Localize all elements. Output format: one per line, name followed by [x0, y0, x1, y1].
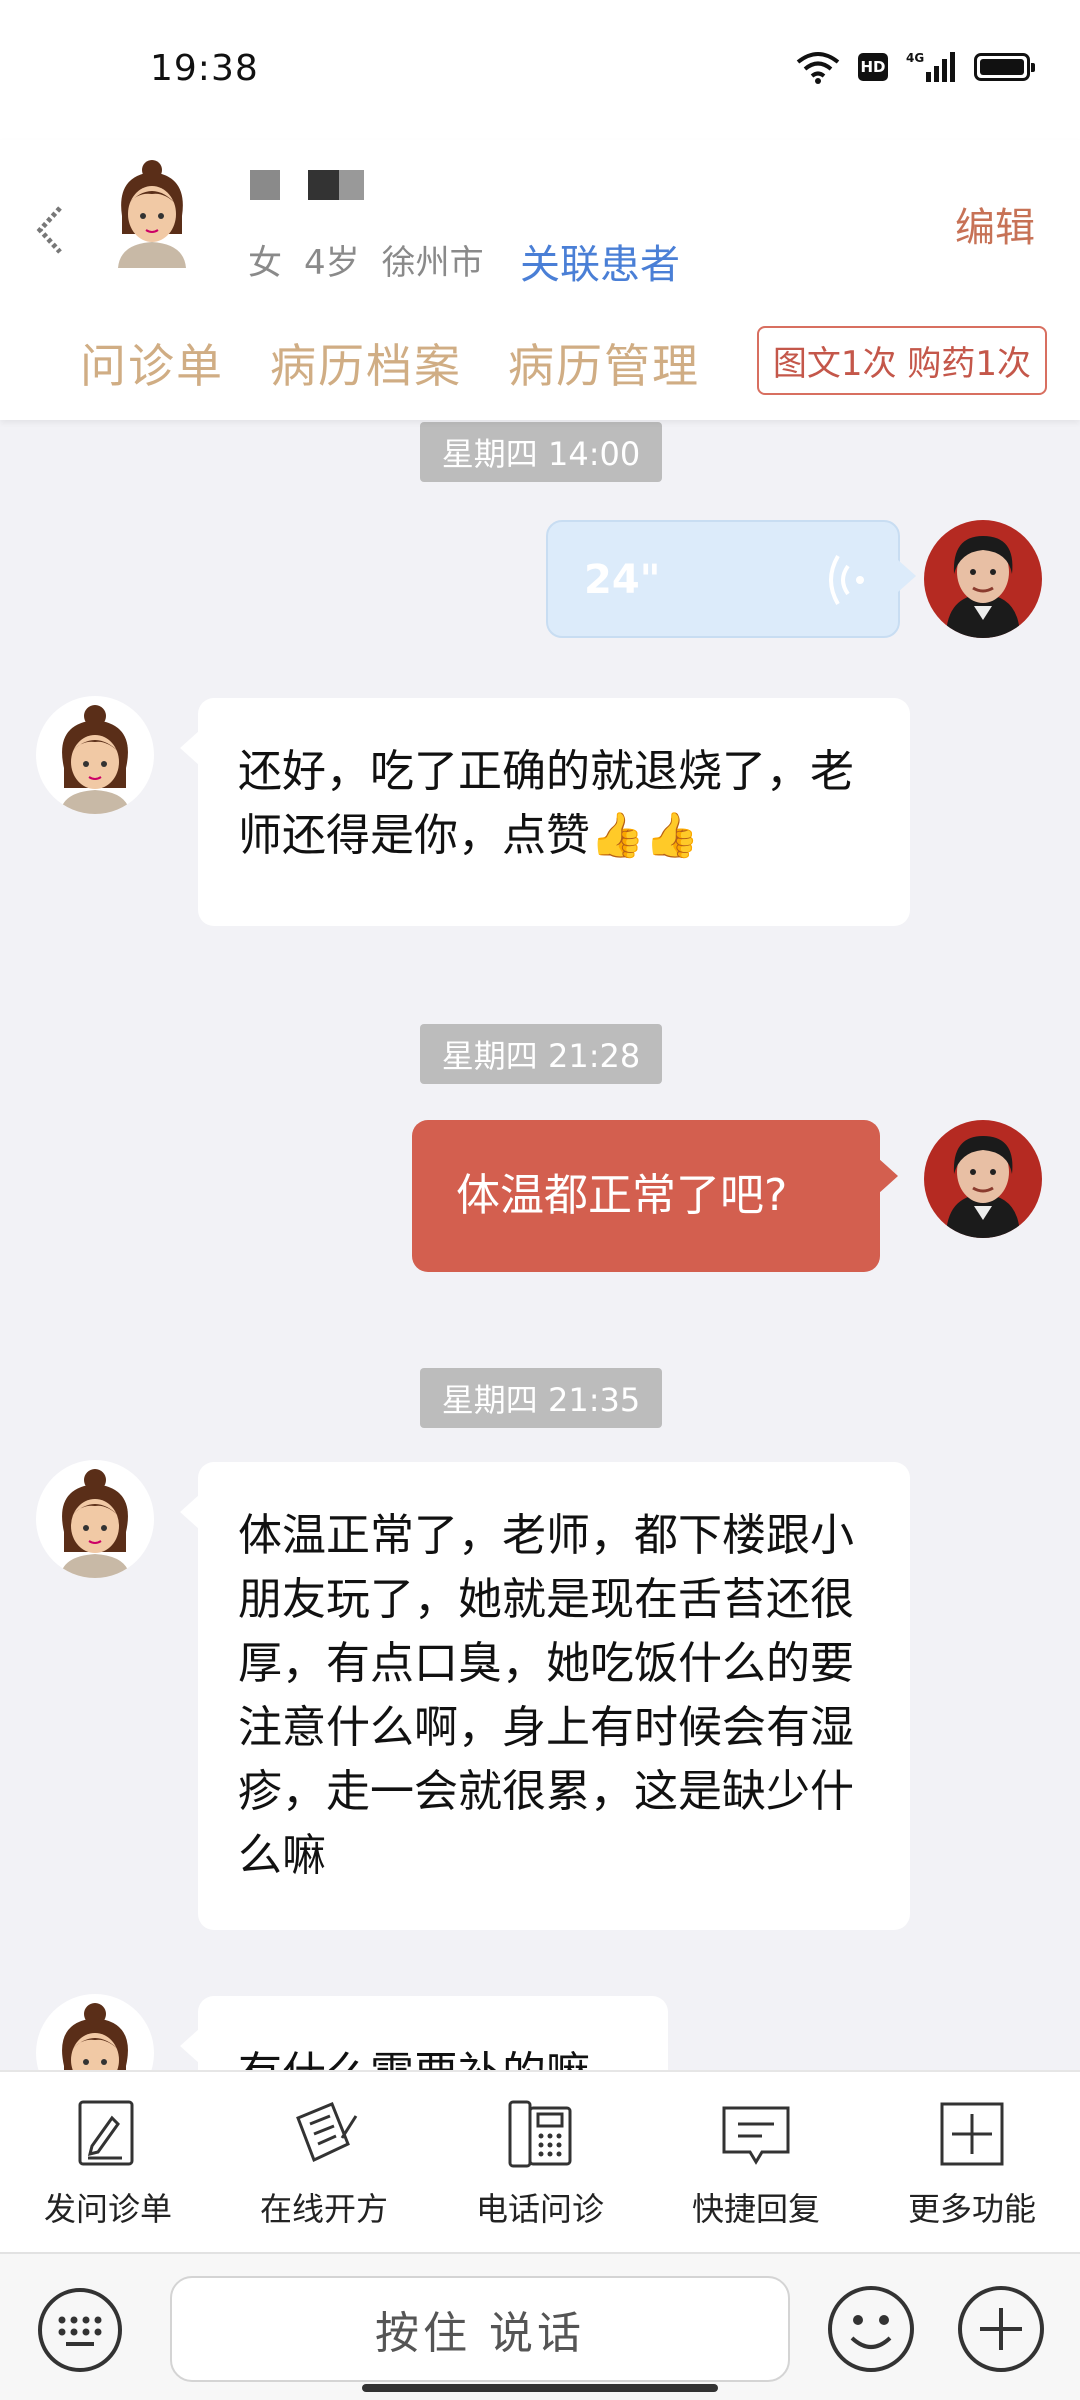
tab-consultation-form[interactable]: 问诊单: [80, 330, 224, 396]
func-label: 发问诊单: [43, 2190, 172, 2228]
timestamp: 星期四 14:00: [420, 422, 662, 482]
message-bubble-doctor[interactable]: 体温都正常了吧?: [412, 1120, 898, 1272]
network-label: 4G: [906, 51, 924, 65]
func-label: 在线开方: [259, 2190, 388, 2228]
plus-icon[interactable]: [956, 2284, 1046, 2374]
wifi-icon: [796, 52, 840, 84]
patient-avatar[interactable]: [36, 1994, 154, 2070]
tab-medical-records[interactable]: 病历档案: [270, 330, 462, 396]
prescription-icon: [296, 2102, 358, 2163]
message-bubble-patient[interactable]: 还好，吃了正确的就退烧了，老师还得是你，点赞👍👍: [180, 698, 910, 926]
doctor-avatar[interactable]: [924, 520, 1042, 638]
service-tag[interactable]: 图文1次 购药1次: [756, 326, 1047, 395]
keyboard-icon[interactable]: [36, 2286, 124, 2374]
quick-reply-button[interactable]: 快捷回复: [656, 2072, 856, 2252]
chat-area[interactable]: 星期四 14:00 24" 还好，吃了正确的就退烧了，老师还得是你，点赞👍👍 星…: [0, 420, 1080, 2070]
status-bar: 19:38 HD 4G: [0, 0, 1080, 140]
quick-reply-icon: [722, 2106, 790, 2165]
patient-age: 4岁: [304, 243, 360, 283]
hold-to-talk-button[interactable]: 按住 说话: [170, 2276, 790, 2382]
patient-header: 女 4岁 徐州市 关联患者 编辑 问诊单 病历档案 病历管理 图文1次 购药1次: [0, 140, 1080, 420]
online-prescription-button[interactable]: 在线开方: [224, 2072, 424, 2252]
home-indicator[interactable]: [362, 2384, 718, 2392]
link-patient-button[interactable]: 关联患者: [520, 232, 680, 290]
redacted-block: [250, 170, 280, 200]
patient-name-redacted: [250, 170, 364, 200]
timestamp: 星期四 21:35: [420, 1368, 662, 1428]
redacted-block: [308, 170, 364, 200]
status-time: 19:38: [150, 48, 259, 89]
phone-icon: [508, 2100, 572, 2168]
status-icons: HD 4G: [796, 50, 1035, 84]
patient-info: 女 4岁 徐州市: [248, 235, 484, 284]
patient-city: 徐州市: [381, 243, 484, 283]
form-icon: [78, 2100, 134, 2166]
tab-record-management[interactable]: 病历管理: [508, 330, 700, 396]
edit-button[interactable]: 编辑: [955, 195, 1035, 253]
more-icon: [940, 2102, 1004, 2166]
function-bar: 发问诊单 在线开方 电话问诊 快捷回复 更多功能: [0, 2070, 1080, 2252]
voice-message[interactable]: 24": [546, 520, 916, 638]
voice-duration: 24": [584, 557, 661, 603]
patient-avatar[interactable]: [36, 1460, 154, 1578]
battery-fill: [980, 59, 1024, 75]
input-bar: 按住 说话: [0, 2252, 1080, 2400]
back-icon[interactable]: [30, 200, 70, 260]
hd-badge: HD: [858, 53, 888, 81]
func-label: 更多功能: [907, 2190, 1036, 2228]
patient-avatar[interactable]: [36, 696, 154, 814]
voice-wave-icon: [829, 554, 864, 606]
emoji-icon[interactable]: [826, 2284, 916, 2374]
message-bubble-patient[interactable]: 有什么需要补的嘛: [180, 1996, 668, 2070]
patient-avatar[interactable]: [108, 158, 196, 268]
phone-consult-button[interactable]: 电话问诊: [440, 2072, 640, 2252]
more-functions-button[interactable]: 更多功能: [872, 2072, 1072, 2252]
func-label: 电话问诊: [475, 2190, 604, 2228]
doctor-avatar[interactable]: [924, 1120, 1042, 1238]
patient-gender: 女: [248, 243, 282, 283]
message-bubble-patient[interactable]: 体温正常了，老师，都下楼跟小朋友玩了，她就是现在舌苔还很厚，有点口臭，她吃饭什么…: [180, 1462, 910, 1930]
record-tabs: 问诊单 病历档案 病历管理: [80, 330, 700, 396]
send-form-button[interactable]: 发问诊单: [8, 2072, 208, 2252]
func-label: 快捷回复: [691, 2190, 820, 2228]
timestamp: 星期四 21:28: [420, 1024, 662, 1084]
signal-icon: 4G: [906, 51, 955, 82]
battery-icon: [974, 53, 1035, 81]
